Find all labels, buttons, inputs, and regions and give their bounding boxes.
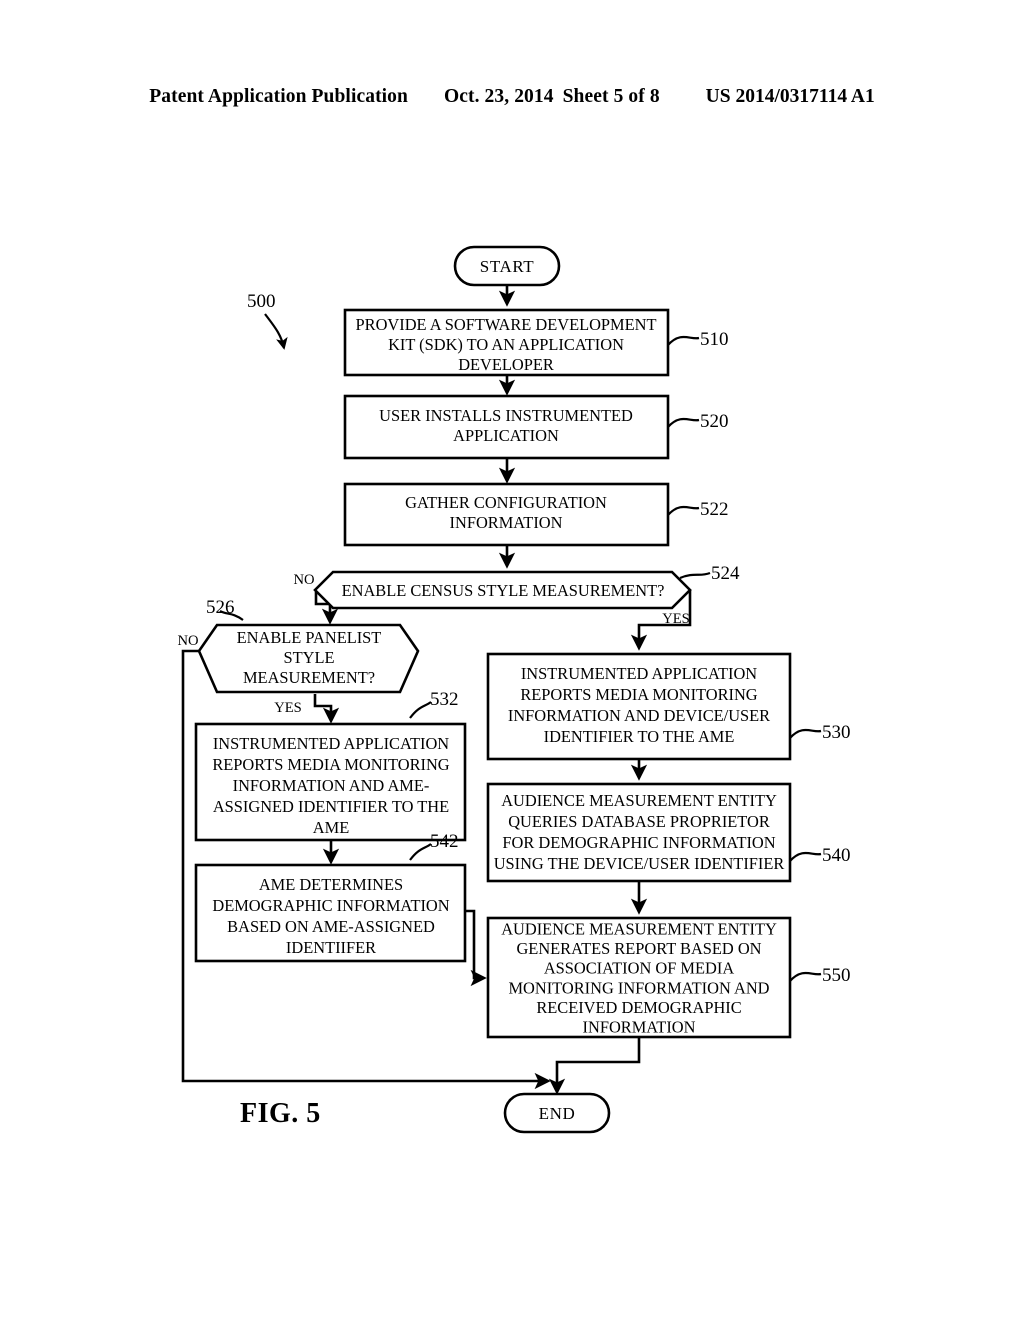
node-532-line-3: ASSIGNED IDENTIFIER TO THE [213, 797, 449, 816]
node-540-ref: 540 [822, 845, 851, 866]
node-550-line-3: MONITORING INFORMATION AND [508, 978, 769, 997]
node-526-line-0: ENABLE PANELIST [237, 628, 382, 647]
node-540-line-2: FOR DEMOGRAPHIC INFORMATION [502, 833, 775, 852]
node-550-ref: 550 [822, 965, 851, 986]
patent-page: Patent Application Publication Oct. 23, … [0, 0, 1024, 1320]
node-542-line-1: DEMOGRAPHIC INFORMATION [212, 896, 449, 915]
node-522-line-0: GATHER CONFIGURATION [405, 493, 607, 512]
node-524-line-0: ENABLE CENSUS STYLE MEASUREMENT? [342, 581, 665, 600]
node-510: PROVIDE A SOFTWARE DEVELOPMENT KIT (SDK)… [343, 308, 729, 377]
end-label: END [539, 1104, 576, 1123]
node-532-line-1: REPORTS MEDIA MONITORING [212, 755, 449, 774]
edge-label-panelist-yes: YES [274, 700, 302, 716]
node-522-ref: 522 [700, 499, 729, 520]
node-550-line-5: INFORMATION [583, 1018, 696, 1037]
node-526-line-2: MEASUREMENT? [243, 668, 375, 687]
connector-550-to-end [548, 1037, 641, 1095]
node-526-line-1: STYLE [284, 648, 335, 667]
connector-542-to-550 [465, 909, 487, 987]
node-530-ref: 530 [822, 722, 851, 743]
node-532-line-2: INFORMATION AND AME- [233, 776, 430, 795]
node-522-line-1: INFORMATION [450, 513, 563, 532]
node-522: GATHER CONFIGURATION INFORMATION 522 [343, 482, 729, 547]
node-532-line-4: AME [313, 818, 349, 837]
flowchart-figure: START 500 PROVIDE A SOFTWARE DEVELOPMENT… [177, 245, 851, 1134]
figure-ref-500-label: 500 [247, 291, 276, 312]
node-530-line-1: REPORTS MEDIA MONITORING [520, 685, 757, 704]
node-540: AUDIENCE MEASUREMENT ENTITY QUERIES DATA… [486, 782, 851, 883]
node-550-line-4: RECEIVED DEMOGRAPHIC [536, 998, 741, 1017]
node-524-ref: 524 [711, 563, 740, 584]
node-550-line-1: GENERATES REPORT BASED ON [516, 939, 761, 958]
node-542-line-0: AME DETERMINES [259, 875, 403, 894]
node-550-line-2: ASSOCIATION OF MEDIA [544, 959, 734, 978]
node-530: INSTRUMENTED APPLICATION REPORTS MEDIA M… [486, 652, 851, 761]
start-label: START [480, 257, 534, 276]
edge-label-panelist-no: NO [177, 633, 198, 649]
node-540-line-3: USING THE DEVICE/USER IDENTIFIER [494, 854, 785, 873]
node-550: AUDIENCE MEASUREMENT ENTITY GENERATES RE… [486, 916, 851, 1039]
node-510-ref: 510 [700, 329, 729, 350]
node-start: START [453, 245, 561, 287]
node-526-ref: 526 [206, 597, 235, 618]
node-526-decision: ENABLE PANELIST STYLE MEASUREMENT? 526 N… [177, 597, 420, 716]
node-540-line-1: QUERIES DATABASE PROPRIETOR [508, 812, 770, 831]
figure-label: FIG. 5 [240, 1098, 321, 1129]
node-510-line-1: KIT (SDK) TO AN APPLICATION [388, 335, 624, 354]
node-542-ref: 542 [430, 831, 459, 852]
node-524-decision: ENABLE CENSUS STYLE MEASUREMENT? 524 NO … [293, 563, 740, 627]
node-520-ref: 520 [700, 411, 729, 432]
node-532-line-0: INSTRUMENTED APPLICATION [213, 734, 449, 753]
node-530-line-0: INSTRUMENTED APPLICATION [521, 664, 757, 683]
edge-label-census-no: NO [293, 572, 314, 588]
edge-label-census-yes: YES [662, 611, 690, 627]
node-542-line-2: BASED ON AME-ASSIGNED [227, 917, 435, 936]
node-520: USER INSTALLS INSTRUMENTED APPLICATION 5… [343, 394, 729, 460]
node-550-line-0: AUDIENCE MEASUREMENT ENTITY [501, 920, 777, 939]
node-530-line-2: INFORMATION AND DEVICE/USER [508, 706, 770, 725]
connector-526-yes-to-532 [313, 694, 340, 724]
node-520-line-1: APPLICATION [453, 426, 559, 445]
node-540-line-0: AUDIENCE MEASUREMENT ENTITY [501, 791, 777, 810]
node-520-line-0: USER INSTALLS INSTRUMENTED [379, 406, 633, 425]
node-530-line-3: IDENTIFIER TO THE AME [544, 727, 735, 746]
node-end: END [503, 1092, 611, 1134]
node-510-line-0: PROVIDE A SOFTWARE DEVELOPMENT [356, 315, 657, 334]
node-532-ref: 532 [430, 689, 459, 710]
figure-ref-500: 500 [247, 291, 288, 350]
node-510-line-2: DEVELOPER [458, 355, 554, 374]
node-542-line-3: IDENTIIFER [286, 938, 376, 957]
